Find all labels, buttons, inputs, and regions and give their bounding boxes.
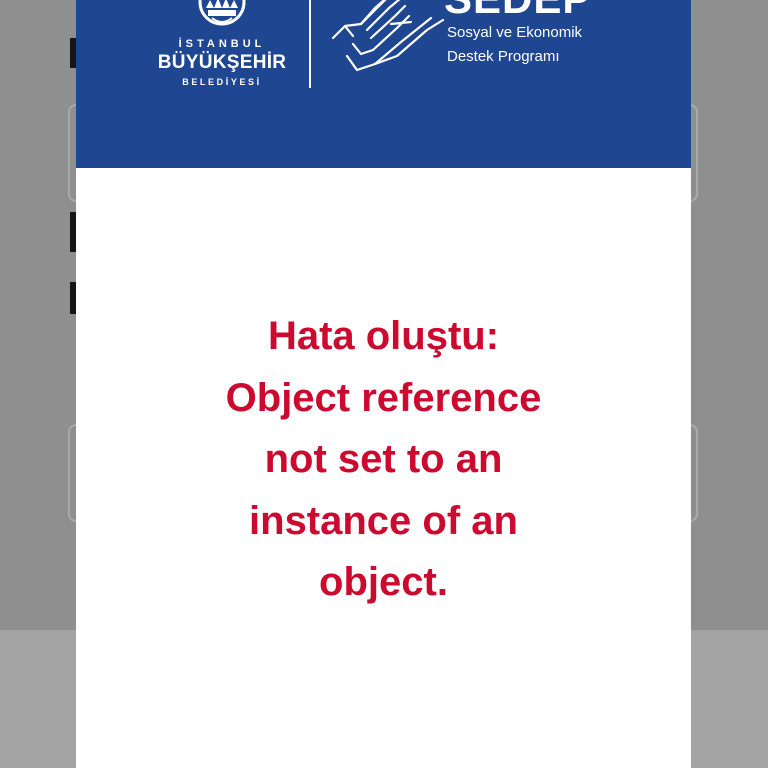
logo-text-line1: İSTANBUL [178,38,266,50]
error-message: Hata oluştu: Object reference not set to… [225,314,542,604]
error-modal: İSTANBUL BÜYÜKŞEHİR BELEDİYESİ SEDEP Sos… [76,0,691,768]
modal-header: İSTANBUL BÜYÜKŞEHİR BELEDİYESİ SEDEP Sos… [76,0,691,168]
ibb-logo: İSTANBUL BÜYÜKŞEHİR BELEDİYESİ [142,0,302,95]
ibb-emblem-icon [198,0,246,26]
program-subtitle-line1: Sosyal ve Ekonomik [447,24,583,41]
header-divider [309,0,311,88]
logo-text-line2: BÜYÜKŞEHİR [157,52,287,73]
program-title: SEDEP [444,0,591,20]
helping-hands-icon [331,0,445,72]
logo-text-line3: BELEDİYESİ [182,77,262,87]
program-subtitle-line2: Destek Programı [447,48,560,65]
